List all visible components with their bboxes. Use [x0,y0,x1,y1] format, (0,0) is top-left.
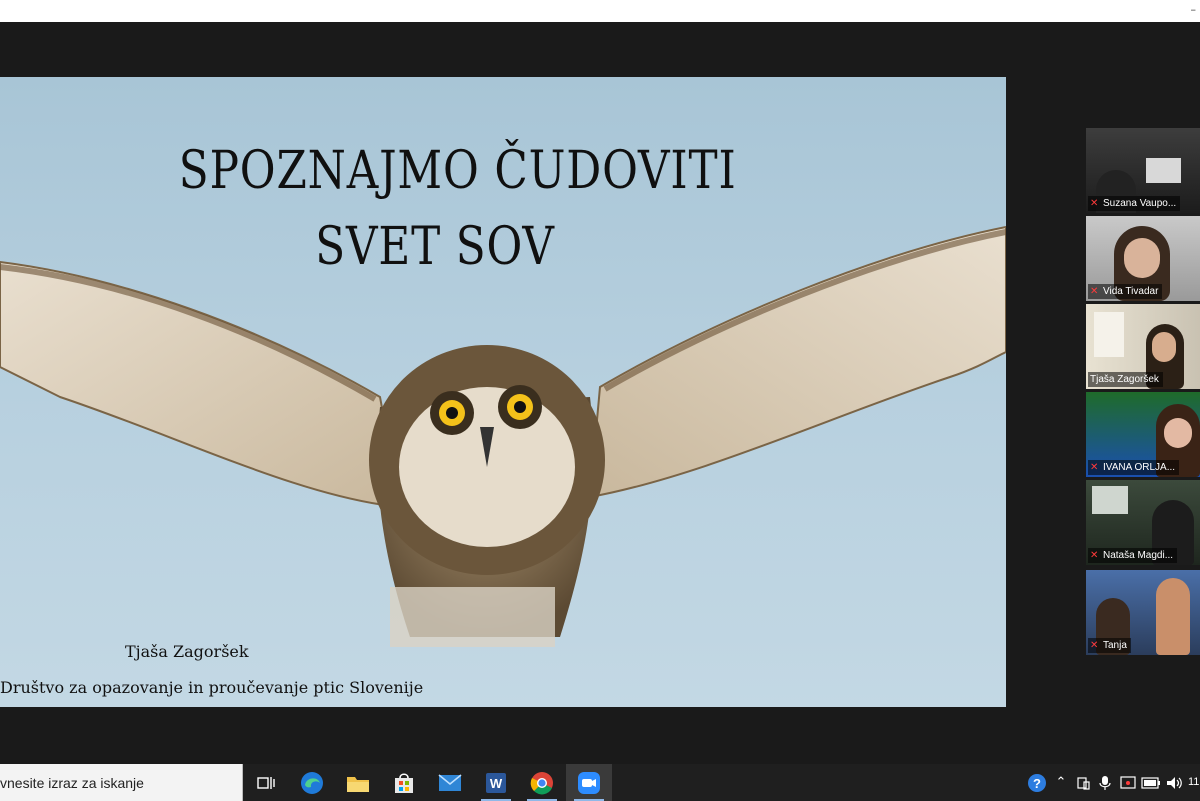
task-view-button[interactable] [243,764,289,801]
edge-icon [301,771,323,794]
participant-face [1164,418,1192,448]
device-icon [1077,776,1090,790]
participant-tile[interactable]: ✕ Tanja [1086,570,1200,655]
windows-taskbar: W ? ⌃ [0,764,1200,801]
store-button[interactable] [381,764,427,801]
folder-icon [347,776,369,792]
battery-icon [1141,776,1160,789]
edge-button[interactable] [289,764,335,801]
participant-face [1124,238,1160,278]
muted-mic-icon: ✕ [1090,198,1099,209]
participant-tile[interactable]: ✕ Suzana Vaupo... [1086,128,1200,213]
window-top-bar: – [0,0,1200,22]
chevron-up-icon: ⌃ [1055,775,1067,790]
participant-name-label: Tjaša Zagoršek [1088,372,1163,387]
help-icon: ? [1028,773,1046,792]
mail-icon [438,773,462,791]
background-object [1094,312,1124,357]
show-hidden-icons-button[interactable]: ⌃ [1052,764,1070,801]
participant-face [1152,332,1176,362]
task-view-icon [257,776,275,789]
shared-screen-slide: SPOZNAJMO ČUDOVITI SVET SOV Tjaša Zagorš… [0,77,1006,707]
svg-text:?: ? [1033,776,1041,791]
microphone-tray-button[interactable] [1096,764,1114,801]
taskbar-search-box[interactable] [0,764,243,801]
muted-mic-icon: ✕ [1090,640,1099,651]
participant-name-label: ✕ IVANA ORLJA... [1088,460,1180,475]
mail-button[interactable] [427,764,473,801]
participant-name-label: ✕ Nataša Magdi... [1088,548,1178,563]
word-button[interactable]: W [473,764,519,801]
slide-title-line-2: SVET SOV [315,217,555,277]
muted-mic-icon: ✕ [1090,550,1099,561]
slide-author: Tjaša Zagoršek [125,642,249,661]
chrome-icon [530,771,553,794]
participant-name-label: ✕ Vida Tivadar [1088,284,1163,299]
muted-mic-icon: ✕ [1090,462,1099,473]
slide-title-line-1: SPOZNAJMO ČUDOVITI [178,141,737,201]
network-icon [1120,775,1136,789]
participant-tile-active-speaker[interactable]: Tjaša Zagoršek [1086,304,1200,389]
zoom-button[interactable] [566,764,612,801]
store-icon [395,772,413,793]
svg-text:W: W [490,776,503,791]
chrome-button[interactable] [519,764,565,801]
volume-icon [1167,776,1182,789]
help-button[interactable]: ? [1026,764,1048,801]
participant-tile[interactable]: ✕ IVANA ORLJA... [1086,392,1200,477]
zoom-icon [578,771,600,794]
taskbar-search-input[interactable] [0,764,243,801]
muted-mic-icon: ✕ [1090,286,1099,297]
battery-tray-button[interactable] [1140,764,1162,801]
file-explorer-button[interactable] [335,764,381,801]
slide-organization: Društvo za opazovanje in proučevanje pti… [0,678,424,697]
participant-tile[interactable]: ✕ Vida Tivadar [1086,216,1200,301]
background-object [1146,158,1181,183]
microphone-icon [1099,775,1111,790]
volume-tray-button[interactable] [1164,764,1184,801]
window-minimize-glyph[interactable]: – [1191,3,1197,16]
device-tray-button[interactable] [1074,764,1092,801]
left-wing [0,260,402,509]
background-object [1092,486,1128,514]
word-icon: W [486,772,506,793]
participant-name-label: ✕ Tanja [1088,638,1131,653]
participant-avatar [1156,578,1190,655]
taskbar-clock[interactable]: 11 [1188,776,1199,788]
participant-name-label: ✕ Suzana Vaupo... [1088,196,1181,211]
wifi-tray-button[interactable] [1118,764,1138,801]
participant-tile[interactable]: ✕ Nataša Magdi... [1086,480,1200,565]
